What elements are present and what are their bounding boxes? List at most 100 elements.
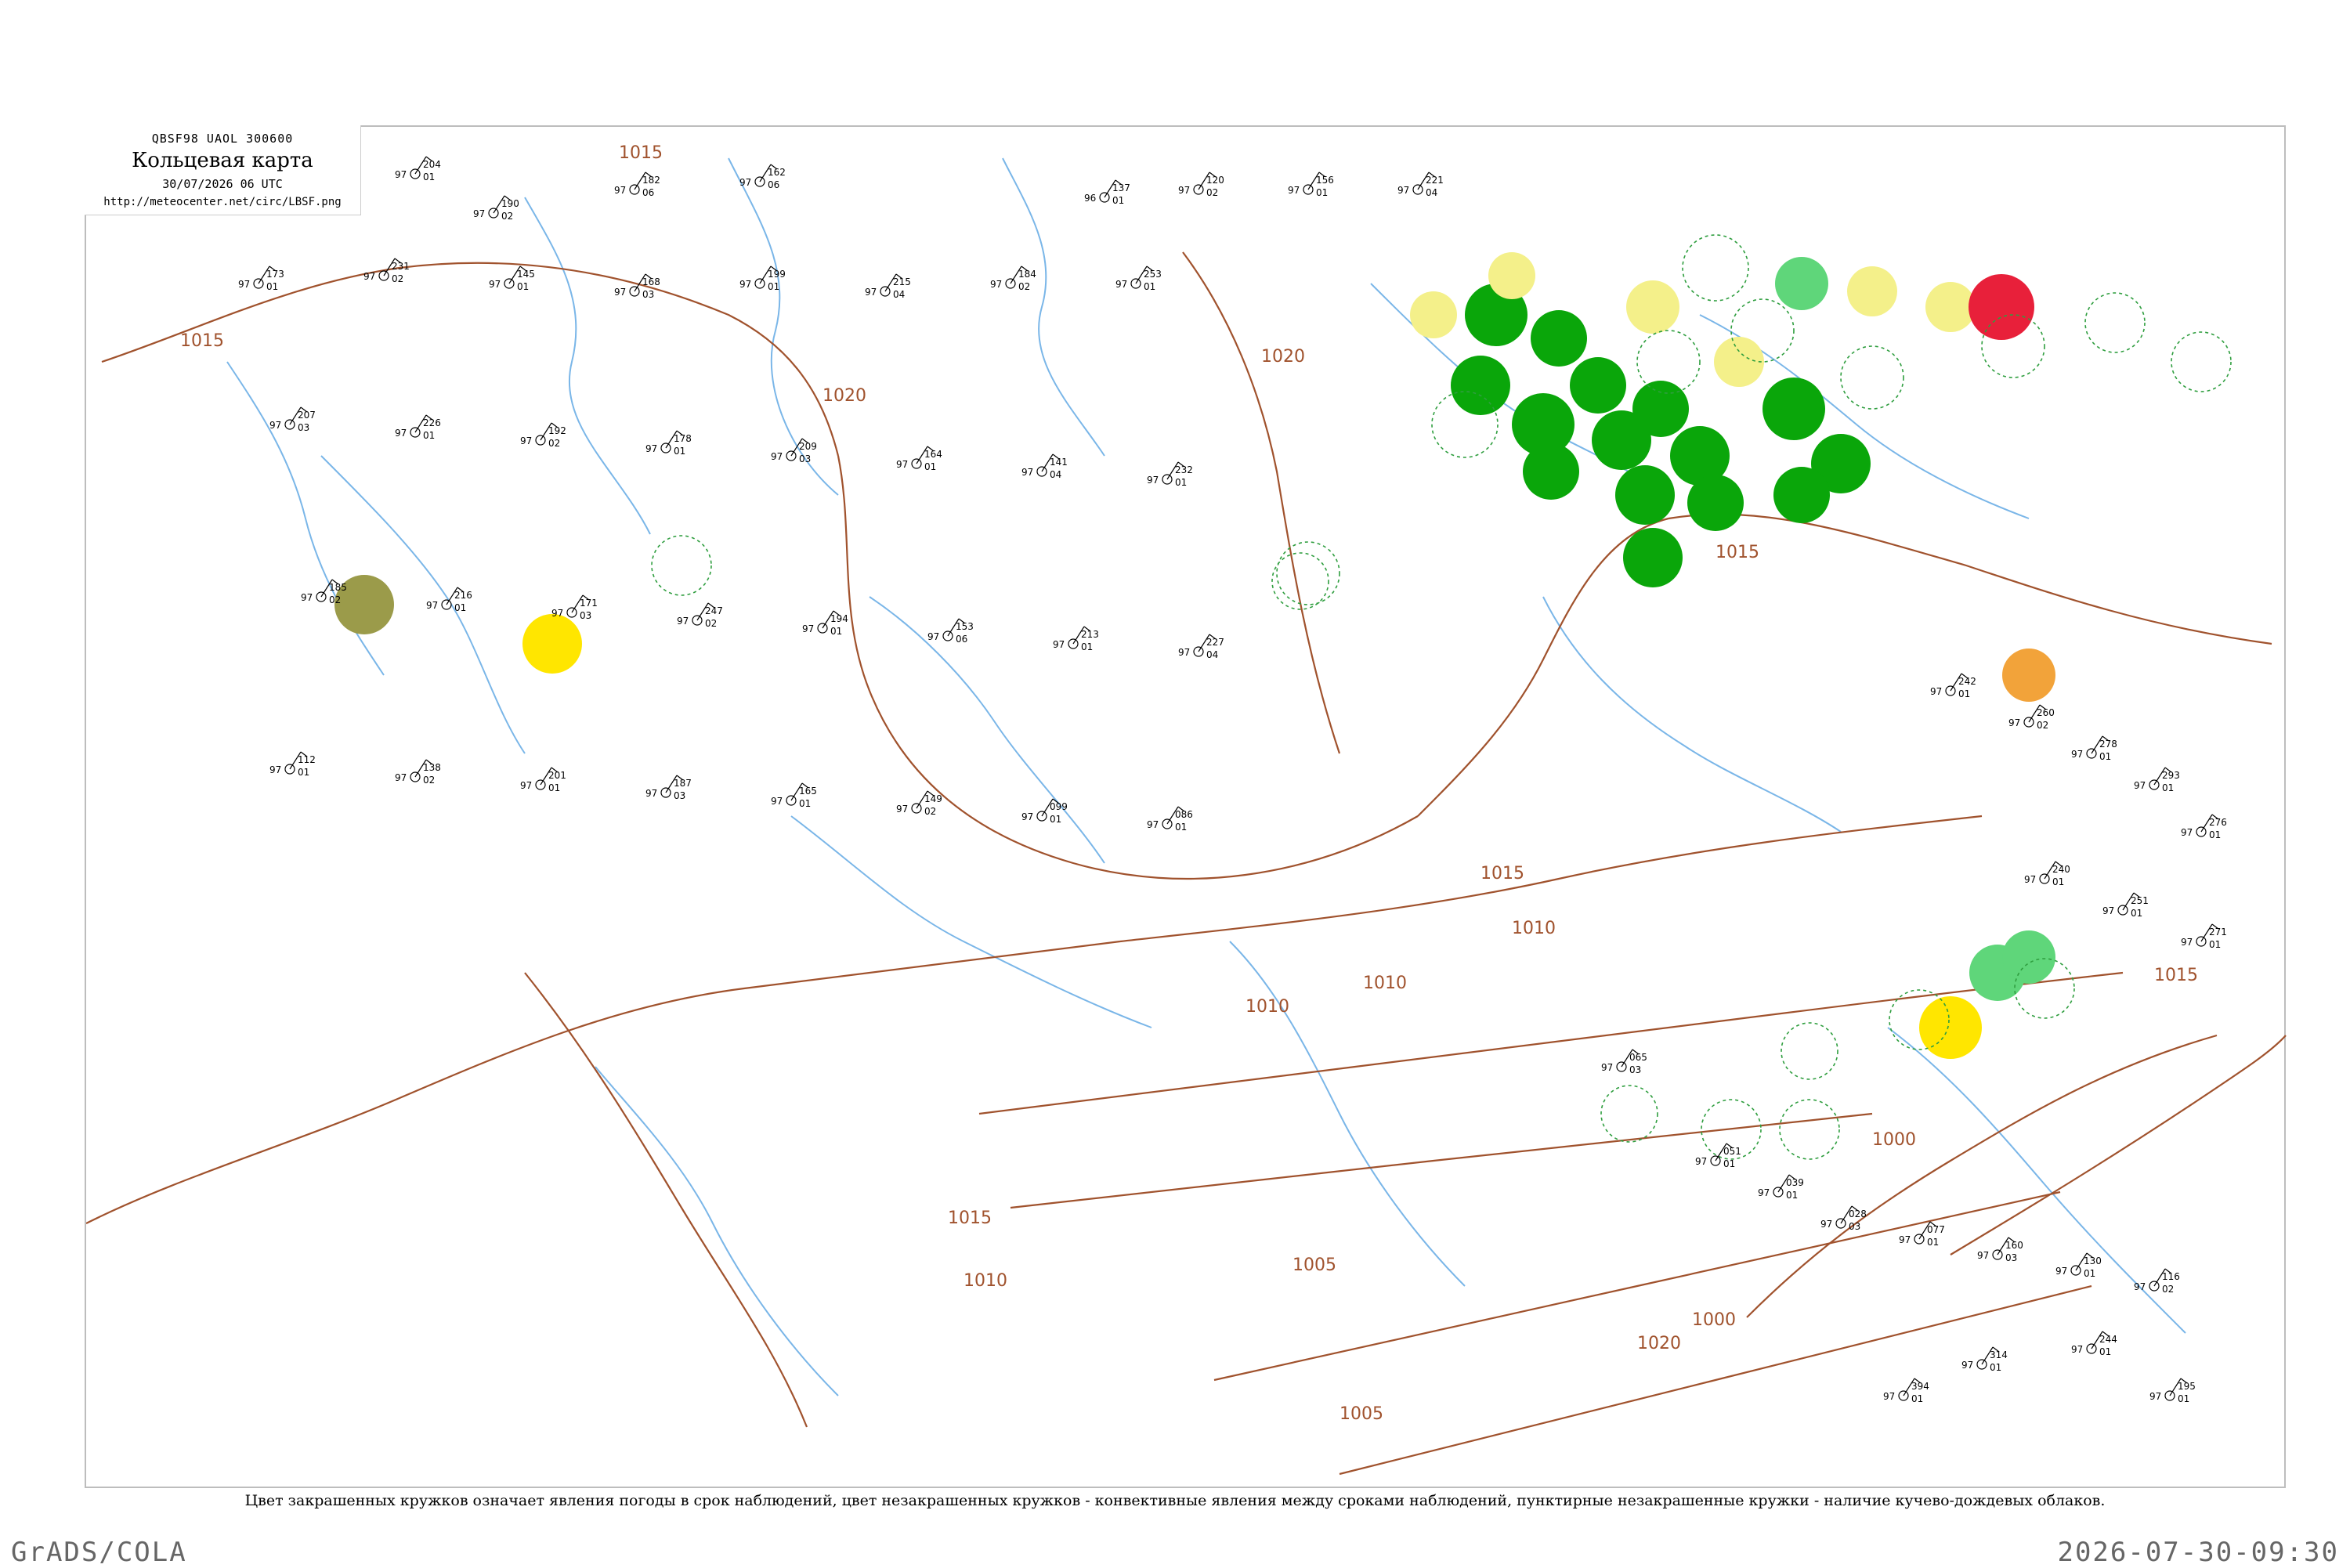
station-plot: 130 97 01 (2055, 1252, 2102, 1279)
station-value: 97 (1147, 475, 1159, 486)
station-pressure: 099 (1050, 801, 1068, 812)
isobar-label: 1015 (948, 1209, 992, 1228)
rain-heavy-marker (1632, 381, 1689, 437)
isobar-label: 1010 (1512, 919, 1556, 938)
station-tendency: 03 (1629, 1064, 1641, 1075)
station-tendency: 03 (642, 289, 654, 300)
station-value: 97 (489, 279, 501, 290)
station-plot: 226 97 01 (395, 414, 441, 441)
river-line (1229, 941, 1466, 1287)
station-plot: 215 97 04 (865, 273, 911, 300)
station-value: 97 (614, 287, 626, 298)
station-tendency: 03 (580, 610, 591, 621)
station-plot: 145 97 01 (489, 266, 535, 292)
station-value: 97 (2149, 1391, 2161, 1402)
station-tendency: 06 (642, 187, 654, 198)
station-value: 97 (301, 592, 313, 603)
footer-timestamp: 2026-07-30-09:30 (2057, 1537, 2339, 1568)
station-plot: 244 97 01 (2071, 1331, 2117, 1357)
station-pressure: 165 (799, 786, 817, 797)
station-pressure: 226 (423, 417, 441, 428)
map-canvas: 1015 1015 1020 1020 1015 1020 1015 1010 1015 1010… (86, 143, 2287, 1476)
station-plot: 156 97 01 (1288, 172, 1334, 198)
station-tendency: 01 (423, 172, 435, 182)
station-value: 97 (426, 600, 438, 611)
station-pressure: 201 (548, 770, 566, 781)
station-value: 97 (614, 185, 626, 196)
station-value: 97 (395, 772, 407, 783)
station-value: 97 (739, 279, 751, 290)
station-plot: 227 97 04 (1178, 634, 1224, 660)
isobar-label: 1000 (1692, 1310, 1736, 1330)
station-tendency: 01 (674, 446, 685, 457)
station-plot: 178 97 01 (645, 430, 692, 457)
station-tendency: 01 (924, 461, 936, 472)
station-tendency: 02 (924, 806, 936, 817)
station-plot: 199 97 01 (739, 266, 786, 292)
station-plot: 201 97 01 (520, 767, 566, 793)
station-value: 97 (269, 764, 281, 775)
station-value: 97 (739, 177, 751, 188)
station-pressure: 149 (924, 793, 942, 804)
isobar-line (101, 262, 840, 457)
station-value: 96 (1084, 193, 1096, 204)
cumulonimbus-marker (1781, 1022, 1838, 1080)
station-pressure: 039 (1786, 1177, 1804, 1188)
station-tendency: 01 (1144, 281, 1155, 292)
drizzle-marker (1488, 252, 1535, 299)
station-tendency: 01 (1927, 1237, 1939, 1248)
station-value: 97 (1961, 1360, 1973, 1371)
station-pressure: 253 (1144, 269, 1162, 280)
station-tendency: 01 (799, 798, 811, 809)
station-plot: 204 97 01 (395, 156, 441, 182)
isobar-labels-layer: 1015 1015 1020 1020 1015 1020 1015 1010 1015 1010… (180, 143, 2198, 1424)
stations-layer: 20497 0119097 0218297 0616297 06 13796 0112097… (238, 156, 2227, 1404)
station-tendency: 04 (1050, 469, 1061, 480)
station-pressure: 028 (1849, 1209, 1867, 1219)
station-pressure: 141 (1050, 457, 1068, 468)
map-date: 30/07/2026 06 UTC (162, 177, 283, 191)
station-value: 97 (238, 279, 250, 290)
station-pressure: 182 (642, 175, 660, 186)
map-title-box: QBSF98 UAOL 300600 Кольцевая карта 30/07… (85, 125, 361, 215)
station-pressure: 194 (830, 613, 848, 624)
station-plot: 141 97 04 (1021, 453, 1068, 480)
drizzle-marker (1925, 282, 1976, 332)
station-pressure: 184 (1018, 269, 1036, 280)
station-plot: 251 97 01 (2102, 892, 2149, 919)
rain-heavy-marker (1570, 357, 1626, 414)
station-tendency: 02 (423, 775, 435, 786)
station-plot: 137 96 01 (1084, 179, 1130, 206)
station-value: 97 (1899, 1234, 1911, 1245)
station-value: 97 (1178, 185, 1190, 196)
rain-heavy-marker (1687, 475, 1744, 531)
isobar-line (1746, 1034, 2218, 1318)
station-tendency: 01 (2178, 1393, 2189, 1404)
station-value: 97 (1115, 279, 1127, 290)
station-value: 97 (1021, 811, 1033, 822)
station-value: 97 (645, 788, 657, 799)
station-value: 97 (1977, 1250, 1989, 1261)
fog-marker (1919, 996, 1982, 1059)
synoptic-map: 1015 1015 1020 1020 1015 1020 1015 1010 1015 1010… (85, 125, 2287, 1488)
station-tendency: 01 (517, 281, 529, 292)
station-plot: 149 97 02 (896, 790, 942, 817)
station-pressure: 232 (1175, 464, 1193, 475)
station-value: 97 (865, 287, 877, 298)
station-value: 97 (2071, 1344, 2083, 1355)
station-value: 97 (2181, 937, 2193, 948)
station-value: 97 (771, 451, 783, 462)
station-pressure: 137 (1112, 182, 1130, 193)
station-tendency: 04 (893, 289, 905, 300)
station-tendency: 01 (266, 281, 278, 292)
station-tendency: 01 (1723, 1158, 1735, 1169)
station-value: 97 (520, 435, 532, 446)
rain-heavy-marker (1531, 310, 1587, 367)
station-value: 97 (2181, 827, 2193, 838)
station-plot: 231 97 02 (363, 258, 410, 284)
cumulonimbus-marker (1600, 1085, 1658, 1143)
station-pressure: 116 (2162, 1271, 2180, 1282)
station-value: 97 (1883, 1391, 1895, 1402)
station-value: 97 (1820, 1219, 1832, 1230)
station-value: 97 (677, 616, 689, 627)
